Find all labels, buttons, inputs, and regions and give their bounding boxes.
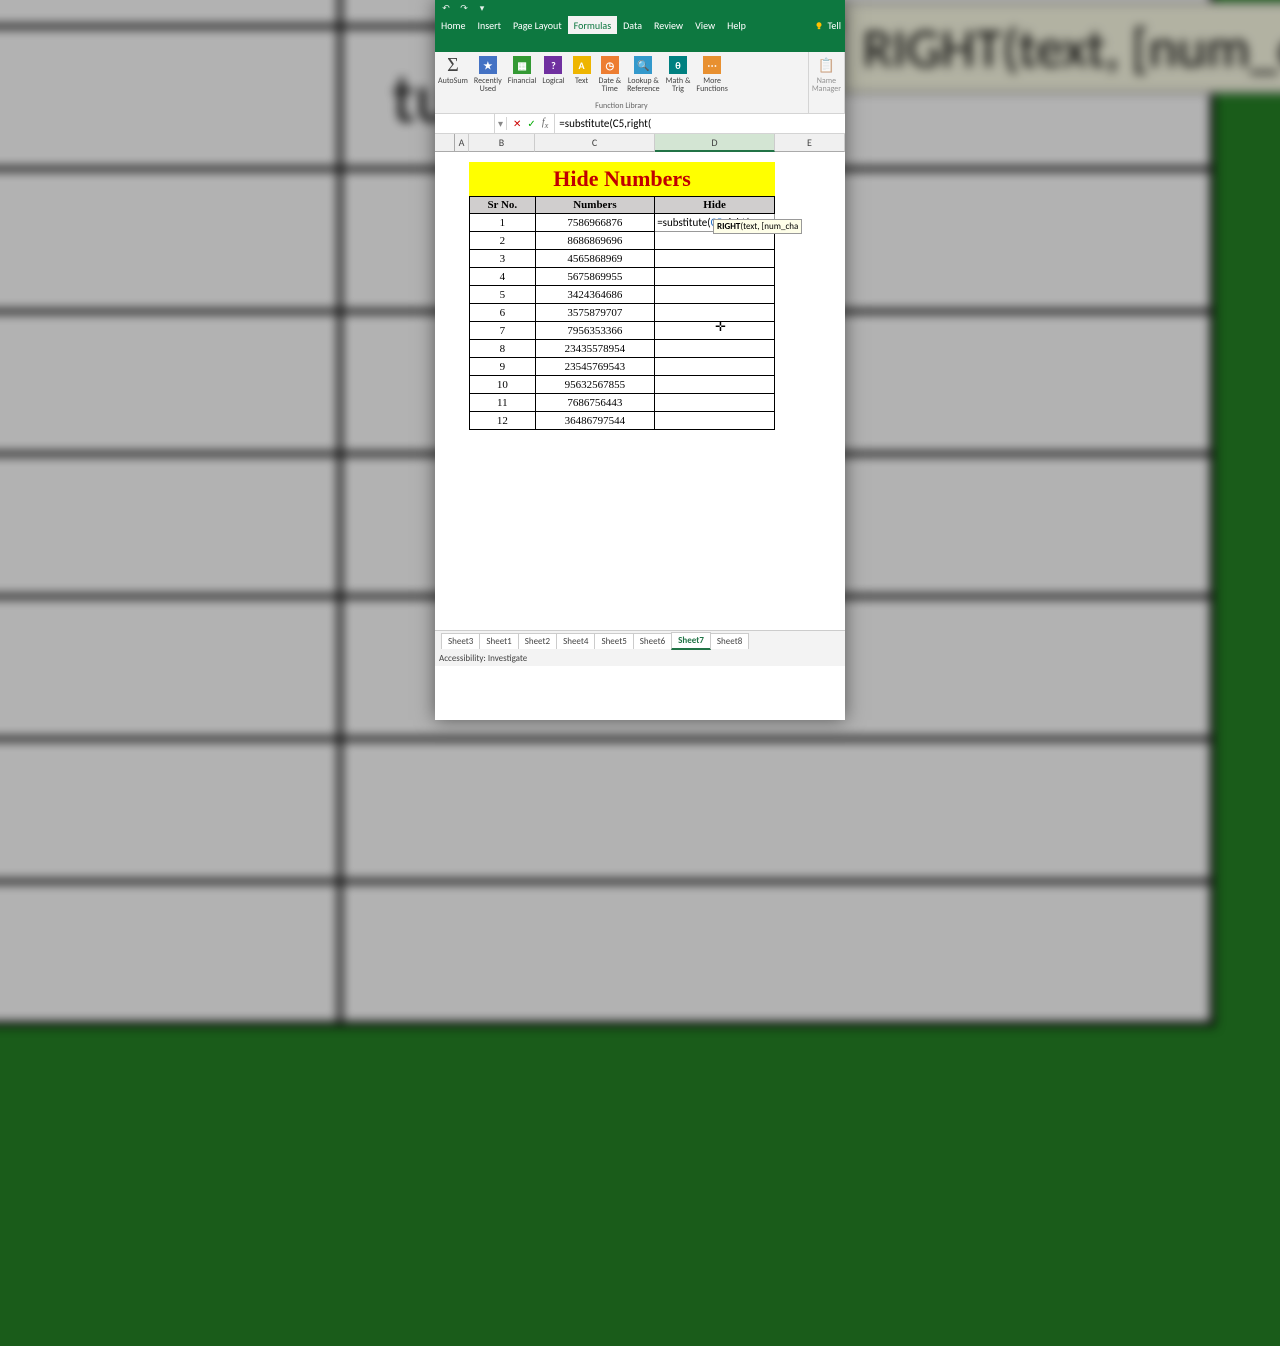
financial-button[interactable]: ▦ Financial <box>505 52 540 101</box>
function-library-label: Function Library <box>435 101 808 113</box>
clock-icon: ◷ <box>601 56 619 74</box>
theta-icon: θ <box>669 56 687 74</box>
header-numbers[interactable]: Numbers <box>535 197 655 214</box>
col-header-a[interactable]: A <box>455 134 469 152</box>
col-header-e[interactable]: E <box>775 134 845 152</box>
tab-insert[interactable]: Insert <box>471 16 507 34</box>
table-row: 823435578954 <box>470 340 775 358</box>
lookup-button[interactable]: 🔍 Lookup & Reference <box>624 52 663 101</box>
formula-bar-row: ▾ ✕ ✓ fx =substitute(C5,right( <box>435 114 845 134</box>
cell-cursor-icon: ✛ <box>715 320 726 335</box>
table-row: 1095632567855 <box>470 376 775 394</box>
bg-tooltip: RIGHT(text, [num_cha <box>840 1 1280 94</box>
search-icon: 🔍 <box>634 56 652 74</box>
logical-button[interactable]: ? Logical <box>539 52 567 101</box>
sheet-tab[interactable]: Sheet3 <box>441 633 480 649</box>
ellipsis-icon: ⋯ <box>703 56 721 74</box>
math-trig-button[interactable]: θ Math & Trig <box>663 52 694 101</box>
tab-review[interactable]: Review <box>648 16 689 34</box>
text-button[interactable]: A Text <box>568 52 596 101</box>
name-box[interactable] <box>435 114 495 133</box>
tab-help[interactable]: Help <box>721 16 752 34</box>
table-row: 117686756443 <box>470 394 775 412</box>
formula-bar-input[interactable]: =substitute(C5,right( <box>555 117 845 130</box>
table-row: 1236486797544 <box>470 412 775 430</box>
spreadsheet-grid[interactable]: Hide Numbers Sr No. Numbers Hide 1758696… <box>435 152 845 630</box>
table-row: 53424364686 <box>470 286 775 304</box>
table-row: 28686869696 <box>470 232 775 250</box>
table-row: 923545769543 <box>470 358 775 376</box>
table-row: 63575879707 <box>470 304 775 322</box>
excel-window: ↶ ↷ ▾ Home Insert Page Layout Formulas D… <box>435 0 845 720</box>
name-box-dropdown-icon[interactable]: ▾ <box>495 117 507 130</box>
sheet-tab[interactable]: Sheet1 <box>479 633 518 649</box>
tab-view[interactable]: View <box>689 16 721 34</box>
header-sr[interactable]: Sr No. <box>470 197 536 214</box>
name-manager-button[interactable]: 📋 Name Manager <box>809 52 844 111</box>
name-manager-icon: 📋 <box>815 54 837 76</box>
tell-me-search[interactable]: Tell <box>810 17 845 34</box>
sheet-tab[interactable]: Sheet2 <box>518 633 557 649</box>
redo-icon[interactable]: ↷ <box>459 3 469 13</box>
text-icon: A <box>573 56 591 74</box>
enter-icon[interactable]: ✓ <box>527 117 535 130</box>
table-row: 77956353366 <box>470 322 775 340</box>
qat-customize-icon[interactable]: ▾ <box>477 3 487 13</box>
ribbon-panel-formulas: Σ AutoSum ★ Recently Used ▦ Financial ? … <box>435 52 845 114</box>
col-header-d[interactable]: D <box>655 134 775 152</box>
star-icon: ★ <box>479 56 497 74</box>
cancel-icon[interactable]: ✕ <box>513 117 521 130</box>
tab-data[interactable]: Data <box>617 16 648 34</box>
recently-used-button[interactable]: ★ Recently Used <box>471 52 505 101</box>
ribbon-tabs: Home Insert Page Layout Formulas Data Re… <box>435 16 845 34</box>
watermark-credit: @learningwithsheireen <box>0 689 1280 706</box>
fx-icon[interactable]: fx <box>542 117 548 130</box>
logical-icon: ? <box>544 56 562 74</box>
table-row: 45675869955 <box>470 268 775 286</box>
title-banner: Hide Numbers <box>469 162 775 196</box>
sheet-tab[interactable]: Sheet6 <box>633 633 672 649</box>
sheet-tabs-bar: Sheet3 Sheet1 Sheet2 Sheet4 Sheet5 Sheet… <box>435 630 845 650</box>
tell-me-label: Tell <box>827 19 841 32</box>
sheet-tab[interactable]: Sheet4 <box>556 633 595 649</box>
sheet-tab[interactable]: Sheet8 <box>710 633 749 649</box>
autosum-button[interactable]: Σ AutoSum <box>435 52 471 101</box>
financial-icon: ▦ <box>513 56 531 74</box>
lightbulb-icon <box>814 21 824 31</box>
col-header-b[interactable]: B <box>469 134 535 152</box>
accessibility-status[interactable]: Accessibility: Investigate <box>439 653 527 664</box>
tab-formulas[interactable]: Formulas <box>568 16 617 34</box>
function-tooltip: RIGHT(text, [num_cha <box>713 219 802 234</box>
header-hide[interactable]: Hide <box>655 197 775 214</box>
tab-page-layout[interactable]: Page Layout <box>507 16 568 34</box>
more-functions-button[interactable]: ⋯ More Functions <box>693 52 730 101</box>
table-row: 34565868969 <box>470 250 775 268</box>
status-bar: Accessibility: Investigate <box>435 650 845 666</box>
tab-home[interactable]: Home <box>435 16 471 34</box>
sheet-tab[interactable]: Sheet5 <box>594 633 633 649</box>
quick-access-toolbar: ↶ ↷ ▾ <box>435 0 845 16</box>
column-headers: A B C D E <box>435 134 845 152</box>
undo-icon[interactable]: ↶ <box>441 3 451 13</box>
sheet-tab-active[interactable]: Sheet7 <box>671 632 711 650</box>
col-header-c[interactable]: C <box>535 134 655 152</box>
sigma-icon: Σ <box>442 54 464 76</box>
date-time-button[interactable]: ◷ Date & Time <box>596 52 625 101</box>
